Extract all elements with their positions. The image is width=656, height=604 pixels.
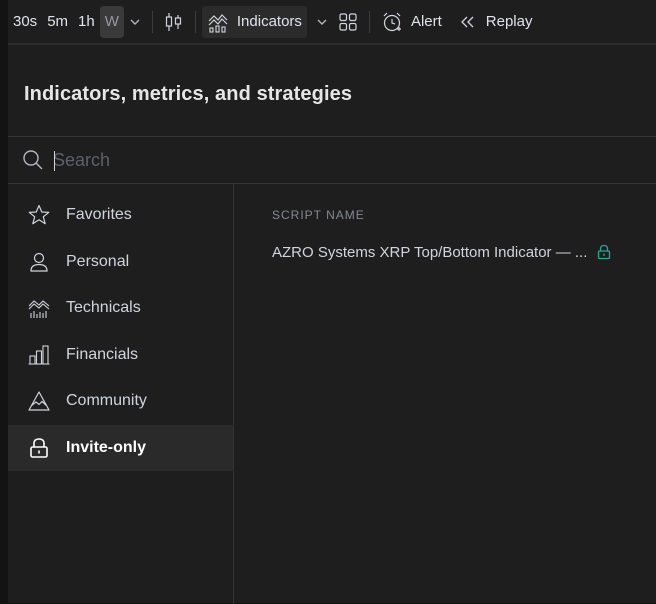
community-icon (26, 388, 52, 414)
alert-button[interactable]: Alert (376, 6, 447, 38)
interval-1h[interactable]: 1h (73, 6, 100, 38)
sidebar-item-label: Favorites (66, 206, 132, 223)
toolbar-divider (151, 10, 153, 33)
replay-label: Replay (485, 13, 533, 30)
sidebar-item-technicals[interactable]: Technicals (8, 285, 233, 331)
sidebar-item-label: Invite-only (66, 439, 147, 456)
toolbar-divider (368, 10, 370, 33)
interval-w[interactable]: W (99, 5, 124, 38)
interval-5m[interactable]: 5m (42, 6, 73, 38)
sidebar-item-label: Personal (66, 253, 130, 270)
sidebar-item-label: Technicals (66, 299, 141, 316)
interval-dropdown[interactable] (124, 6, 146, 38)
search-icon (23, 150, 43, 170)
replay-button[interactable]: Replay (453, 6, 538, 38)
chart-type-button[interactable] (159, 6, 189, 38)
financials-icon (26, 342, 52, 368)
indicators-button[interactable]: Indicators (201, 5, 307, 38)
lock-icon (597, 244, 611, 260)
indicators-dropdown[interactable] (311, 6, 333, 38)
replay-icon (460, 16, 474, 27)
sidebar-item-label: Financials (66, 346, 139, 363)
script-list: SCRIPT NAME AZRO Systems XRP Top/Bottom … (234, 184, 656, 604)
category-sidebar: Favorites Personal Technicals Financials… (8, 184, 234, 604)
chevron-down-icon (317, 19, 327, 25)
candles-icon (165, 12, 181, 31)
lock-icon (26, 435, 52, 461)
grid-icon (339, 12, 357, 31)
sidebar-item-invite-only[interactable]: Invite-only (8, 425, 233, 471)
sidebar-item-label: Community (66, 392, 147, 409)
sidebar-item-community[interactable]: Community (8, 378, 233, 424)
column-header-script-name: SCRIPT NAME (272, 208, 365, 222)
indicators-icon (208, 13, 228, 33)
alarm-clock-icon (383, 12, 401, 31)
top-toolbar: 30s 5m 1h W Indicators Alert Replay (8, 0, 656, 44)
indicators-label: Indicators (236, 13, 302, 30)
toolbar-divider (194, 10, 196, 33)
sidebar-item-financials[interactable]: Financials (8, 332, 233, 378)
chevron-down-icon (130, 19, 140, 25)
indicators-dialog: Indicators, metrics, and strategies Favo… (8, 44, 656, 604)
user-icon (26, 249, 52, 275)
sidebar-item-favorites[interactable]: Favorites (8, 192, 233, 238)
layouts-button[interactable] (333, 6, 363, 38)
search-bar (8, 137, 656, 183)
sidebar-item-personal[interactable]: Personal (8, 239, 233, 285)
search-input[interactable] (53, 146, 633, 174)
star-icon (26, 202, 52, 228)
dialog-title: Indicators, metrics, and strategies (24, 83, 353, 105)
script-row[interactable]: AZRO Systems XRP Top/Bottom Indicator — … (272, 240, 648, 264)
script-name: AZRO Systems XRP Top/Bottom Indicator — … (272, 243, 588, 261)
text-caret (54, 151, 55, 171)
technicals-icon (26, 295, 52, 321)
alert-label: Alert (410, 13, 442, 30)
interval-30s[interactable]: 30s (8, 6, 42, 38)
